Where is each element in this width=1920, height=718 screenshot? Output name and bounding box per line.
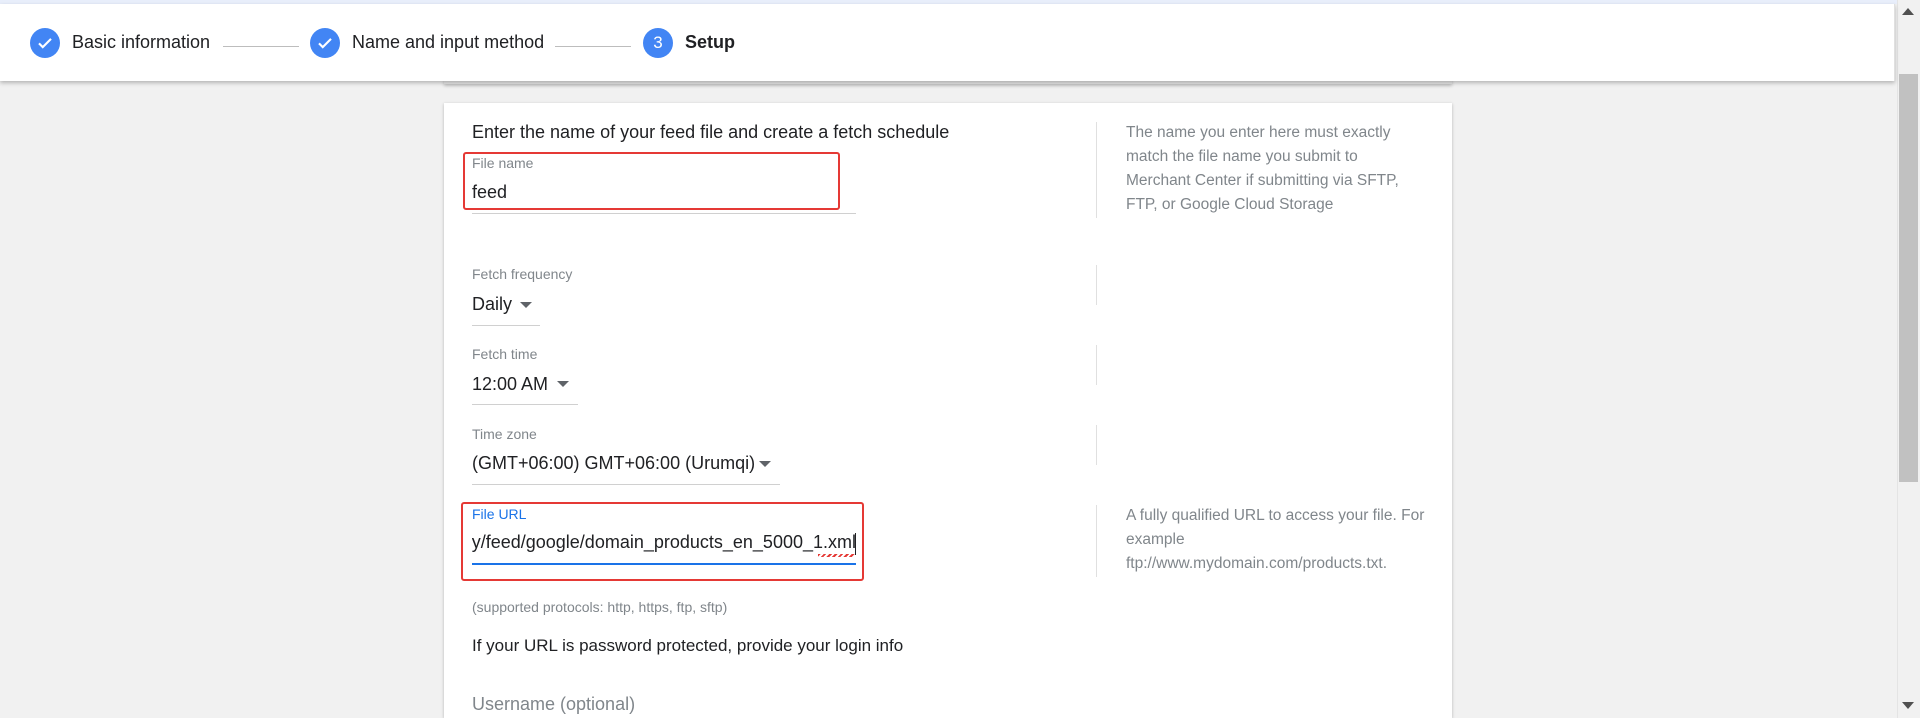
fetch-frequency-underline [472,325,540,326]
dropdown-caret-icon[interactable] [759,461,771,467]
step-number-badge: 3 [643,27,673,58]
time-zone-underline [472,484,780,485]
section-heading: Enter the name of your feed file and cre… [472,122,950,142]
step-connector [555,46,631,47]
time-zone-select[interactable]: (GMT+06:00) GMT+06:00 (Urumqi) [472,453,755,474]
file-name-highlight [463,152,840,210]
step-setup[interactable]: 3 Setup [643,4,735,81]
checkmark-icon [30,27,60,58]
supported-protocols-note: (supported protocols: http, https, ftp, … [472,599,728,615]
file-url-highlight [461,502,864,581]
checkmark-icon [310,27,340,58]
step-name-and-input-method[interactable]: Name and input method [310,4,544,81]
scroll-up-arrow-icon[interactable] [1902,8,1914,15]
dropdown-caret-icon[interactable] [520,302,532,308]
fetch-time-select[interactable]: 12:00 AM [472,374,548,395]
step-label: Setup [685,32,736,52]
help-divider [1096,122,1097,218]
help-divider [1096,505,1097,577]
step-connector [223,46,299,47]
file-name-underline [472,213,856,214]
file-url-help-text: A fully qualified URL to access your fil… [1126,507,1425,572]
fetch-time-label: Fetch time [472,346,538,362]
step-label: Basic information [72,32,211,52]
fetch-frequency-select[interactable]: Daily [472,294,512,315]
dropdown-caret-icon[interactable] [557,381,569,387]
file-name-help-text: The name you enter here must exactly mat… [1126,124,1399,213]
help-divider [1096,425,1097,465]
help-divider [1096,265,1097,305]
scrollbar-thumb[interactable] [1899,74,1918,482]
step-label: Name and input method [352,32,545,52]
setup-stepper: Basic information Name and input method … [0,4,1895,81]
password-protected-note: If your URL is password protected, provi… [472,636,904,655]
fetch-time-underline [472,404,578,405]
time-zone-label: Time zone [472,426,537,442]
fetch-frequency-label: Fetch frequency [472,266,573,282]
help-divider [1096,345,1097,385]
step-basic-information[interactable]: Basic information [30,4,210,81]
username-input[interactable]: Username (optional) [472,694,635,715]
scroll-down-arrow-icon[interactable] [1902,702,1914,709]
